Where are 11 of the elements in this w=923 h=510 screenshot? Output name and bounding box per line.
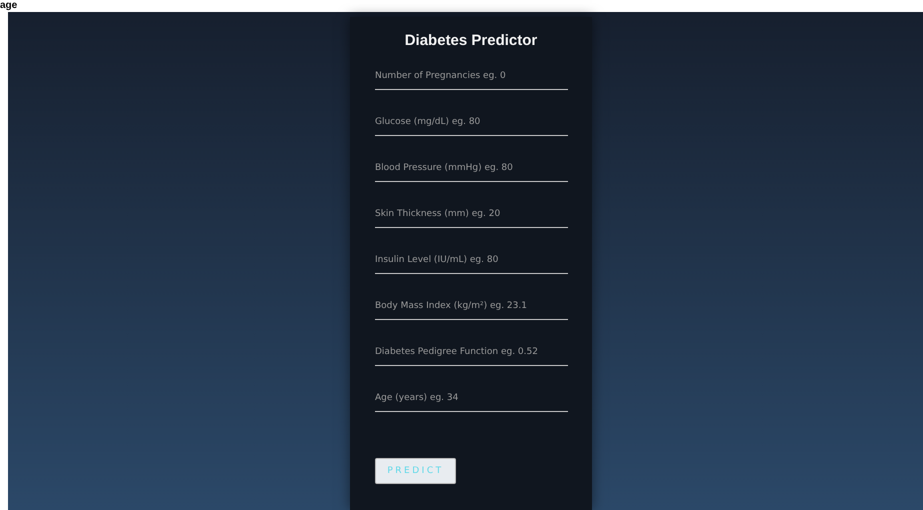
caption-text: age — [0, 0, 18, 12]
input-field[interactable]: Skin Thickness (mm) eg. 20 — [375, 201, 568, 228]
input-field[interactable]: Glucose (mg/dL) eg. 80 — [375, 109, 568, 136]
input-field[interactable]: Blood Pressure (mmHg) eg. 80 — [375, 155, 568, 182]
input-field[interactable]: Number of Pregnancies eg. 0 — [375, 63, 568, 90]
input-field[interactable]: Insulin Level (IU/mL) eg. 80 — [375, 247, 568, 274]
input-field[interactable]: Age (years) eg. 34 — [375, 385, 568, 412]
form-title: Diabetes Predictor — [404, 32, 538, 49]
predict-button[interactable]: PREDICT — [375, 458, 456, 484]
input-field[interactable]: Body Mass Index (kg/m²) eg. 23.1 — [375, 293, 568, 320]
input-field[interactable]: Diabetes Pedigree Function eg. 0.52 — [375, 339, 568, 366]
